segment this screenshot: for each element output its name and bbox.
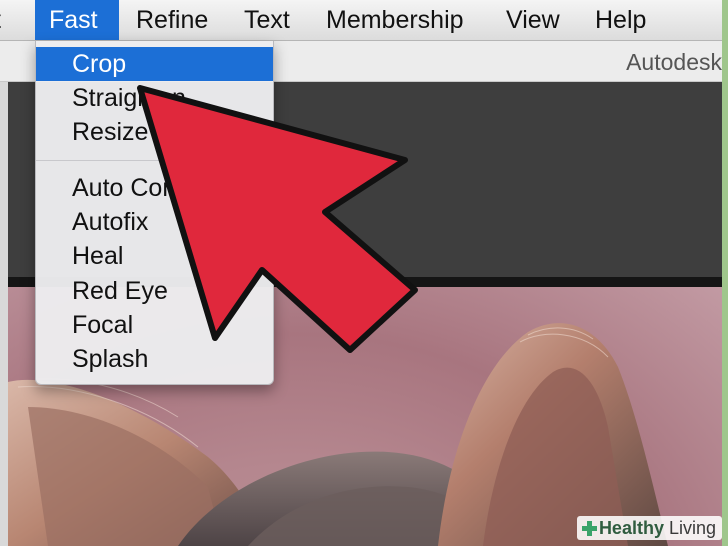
menu-text[interactable]: Text bbox=[230, 0, 304, 40]
watermark: Healthy Living bbox=[576, 516, 722, 540]
menu-bar: t Fast Refine Text Membership View Help bbox=[0, 0, 722, 41]
menu-refine[interactable]: Refine bbox=[122, 0, 222, 40]
menu-item-heal[interactable]: Heal bbox=[36, 239, 273, 273]
menu-fast[interactable]: Fast bbox=[35, 0, 119, 40]
menu-edit-partial[interactable]: t bbox=[0, 0, 15, 40]
menu-membership[interactable]: Membership bbox=[312, 0, 478, 40]
frame-border bbox=[722, 0, 728, 546]
app-window: t Fast Refine Text Membership View Help … bbox=[0, 0, 722, 546]
menu-item-red-eye[interactable]: Red Eye bbox=[36, 274, 273, 308]
menu-item-crop[interactable]: Crop bbox=[36, 47, 273, 81]
menu-item-focal[interactable]: Focal bbox=[36, 308, 273, 342]
fast-menu-dropdown: Crop Straighten Resize Auto Contrast Aut… bbox=[35, 41, 274, 385]
window-title: Autodesk bbox=[626, 49, 722, 75]
menu-item-autofix[interactable]: Autofix bbox=[36, 205, 273, 239]
plus-cross-icon bbox=[581, 520, 597, 536]
watermark-text: Healthy Living bbox=[598, 517, 716, 538]
menu-item-straighten[interactable]: Straighten bbox=[36, 81, 273, 115]
menu-separator bbox=[36, 160, 273, 161]
menu-item-resize[interactable]: Resize bbox=[36, 115, 273, 149]
menu-item-splash[interactable]: Splash bbox=[36, 342, 273, 376]
left-gutter bbox=[0, 82, 8, 546]
menu-item-auto-contrast[interactable]: Auto Contrast bbox=[36, 171, 273, 205]
menu-help[interactable]: Help bbox=[581, 0, 660, 40]
menu-view[interactable]: View bbox=[492, 0, 574, 40]
